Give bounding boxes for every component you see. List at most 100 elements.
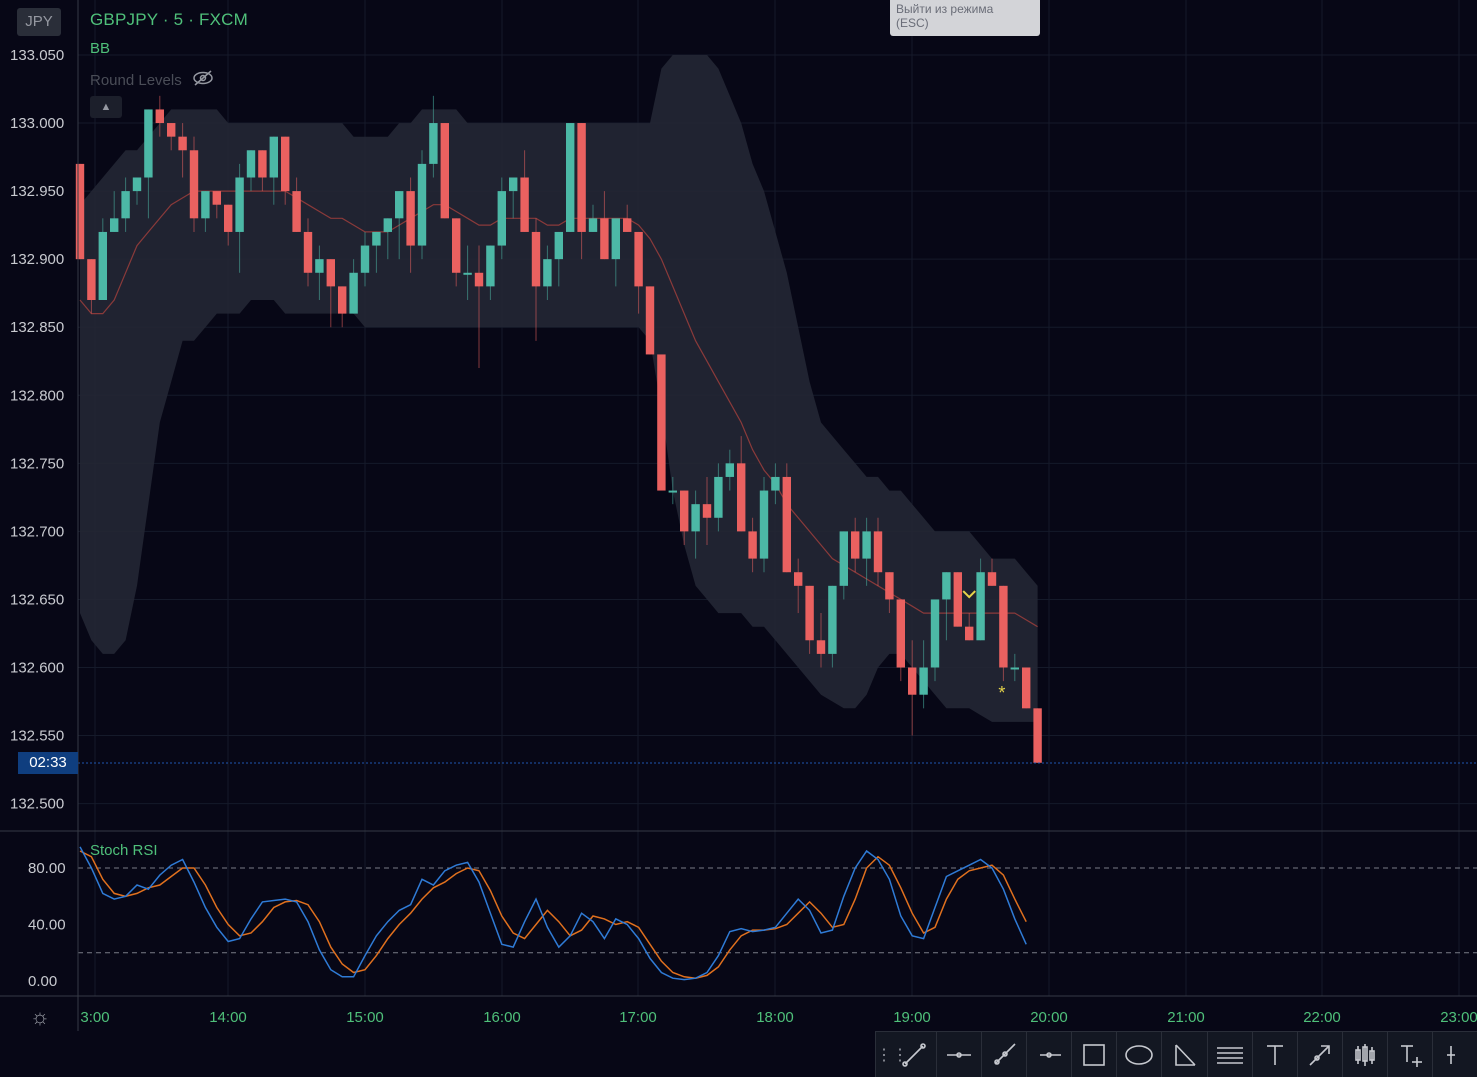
chevron-up-icon[interactable]: ▲ xyxy=(90,96,122,118)
candle xyxy=(657,354,666,491)
candle-body xyxy=(224,204,233,232)
rectangle-icon[interactable] xyxy=(1072,1032,1118,1077)
eye-off-icon[interactable] xyxy=(192,70,214,90)
time-axis-label: 22:00 xyxy=(1303,1009,1341,1026)
time-axis[interactable]: 3:00 14:00 15:00 16:00 17:00 18:00 19:00 20:00 2… xyxy=(80,1009,1477,1026)
candle-body xyxy=(452,218,461,273)
price-axis-label: 132.650 xyxy=(10,591,64,608)
candle-body xyxy=(873,531,883,573)
candle-body xyxy=(930,599,940,668)
candle-body xyxy=(98,231,107,300)
candle-body xyxy=(395,191,404,219)
candle-body xyxy=(292,191,301,232)
stoch-rsi-panel xyxy=(78,846,1477,981)
candle-body xyxy=(315,259,324,273)
candle-body xyxy=(87,259,96,300)
candle-body xyxy=(486,245,495,287)
candle-body xyxy=(702,504,712,518)
candle xyxy=(645,286,655,355)
indicator-round-levels[interactable]: Round Levels xyxy=(90,70,214,90)
time-axis-label: 15:00 xyxy=(346,1009,384,1026)
trend-line-icon[interactable] xyxy=(892,1032,938,1077)
candle-body xyxy=(383,218,392,232)
candle-body xyxy=(942,572,951,600)
horizontal-ray-icon[interactable] xyxy=(1027,1032,1073,1077)
anchored-text-icon[interactable] xyxy=(1388,1032,1433,1077)
candle-body xyxy=(794,572,803,586)
chart-canvas[interactable]: * 133.050 133.000 132.950 132.900 132.850 132… xyxy=(0,0,1477,1076)
candle-body xyxy=(303,231,313,273)
candle-body xyxy=(144,109,153,178)
candle-body xyxy=(372,231,381,246)
candle-body xyxy=(623,218,632,232)
candle xyxy=(999,585,1008,682)
stoch-rsi-title[interactable]: Stoch RSI xyxy=(90,842,158,859)
candle-body xyxy=(338,286,347,314)
symbol-title[interactable]: GBPJPY · 5 · FXCM xyxy=(90,10,248,30)
candle-body xyxy=(1022,667,1031,709)
price-axis[interactable]: 133.050 133.000 132.950 132.900 132.850 132.8… xyxy=(10,47,64,813)
price-axis-label: 132.800 xyxy=(10,387,64,404)
bollinger-band-fill xyxy=(80,55,1038,722)
candle-body xyxy=(566,123,575,232)
candle-body xyxy=(987,572,997,586)
ray-icon[interactable] xyxy=(982,1032,1028,1077)
currency-badge[interactable]: JPY xyxy=(17,8,61,36)
time-axis-label: 23:00 xyxy=(1440,1009,1477,1026)
candle-body xyxy=(588,218,598,232)
candle-body xyxy=(748,531,757,559)
price-axis-label: 133.000 xyxy=(10,115,64,132)
candle-body xyxy=(360,245,370,273)
candle-body xyxy=(725,463,734,477)
price-axis-label: 132.700 xyxy=(10,523,64,540)
parallel-lines-icon[interactable] xyxy=(1208,1032,1253,1077)
candle-body xyxy=(189,150,199,219)
indicator-round-levels-label: Round Levels xyxy=(90,71,182,89)
candle-body xyxy=(132,177,142,192)
candle xyxy=(1033,708,1042,763)
candle-body xyxy=(782,476,791,573)
candle-body xyxy=(908,667,917,695)
text-icon[interactable] xyxy=(1253,1032,1298,1077)
candle-body xyxy=(531,231,541,287)
indicator-bb-label[interactable]: BB xyxy=(90,40,110,57)
candle-body xyxy=(474,272,484,287)
asterisk-marker: * xyxy=(998,683,1005,703)
candle xyxy=(896,599,905,682)
candle-body xyxy=(919,667,928,695)
candle-body xyxy=(246,150,256,178)
ellipse-icon[interactable] xyxy=(1117,1032,1163,1077)
candle-body xyxy=(680,490,689,532)
candle xyxy=(75,163,85,260)
drawing-toolbar: ⋮⋮ xyxy=(875,1031,1477,1077)
candle-body xyxy=(737,463,746,532)
candle-body xyxy=(1010,667,1019,670)
tooltip-line-1: Выйти из режима xyxy=(896,2,994,16)
candle-body xyxy=(406,191,415,246)
more-tools-icon[interactable] xyxy=(1433,1032,1477,1077)
horizontal-line-icon[interactable] xyxy=(937,1032,983,1077)
candle-body xyxy=(178,136,187,151)
candle xyxy=(189,136,199,232)
candle-body xyxy=(657,354,666,491)
candle-body xyxy=(463,272,472,275)
candle-body xyxy=(269,136,278,178)
time-axis-label: 20:00 xyxy=(1030,1009,1068,1026)
price-axis-label: 132.950 xyxy=(10,183,64,200)
candle-body xyxy=(235,177,244,232)
candle-body xyxy=(771,476,780,491)
price-axis-label: 132.600 xyxy=(10,659,64,676)
price-axis-label: 132.550 xyxy=(10,728,64,745)
candle-body xyxy=(417,163,427,246)
candles-icon[interactable] xyxy=(1343,1032,1388,1077)
candle-body xyxy=(155,109,164,124)
angle-icon[interactable] xyxy=(1162,1032,1208,1077)
candle-body xyxy=(167,123,176,137)
arrow-icon[interactable] xyxy=(1298,1032,1343,1077)
candle-body xyxy=(429,123,438,164)
drag-handle-icon[interactable]: ⋮⋮ xyxy=(876,1045,908,1065)
stoch-rsi-axis[interactable]: 80.00 40.00 0.00 xyxy=(28,860,66,990)
candle xyxy=(759,476,769,573)
gear-icon[interactable]: ☼ xyxy=(28,1005,52,1029)
candle-body xyxy=(896,599,905,668)
